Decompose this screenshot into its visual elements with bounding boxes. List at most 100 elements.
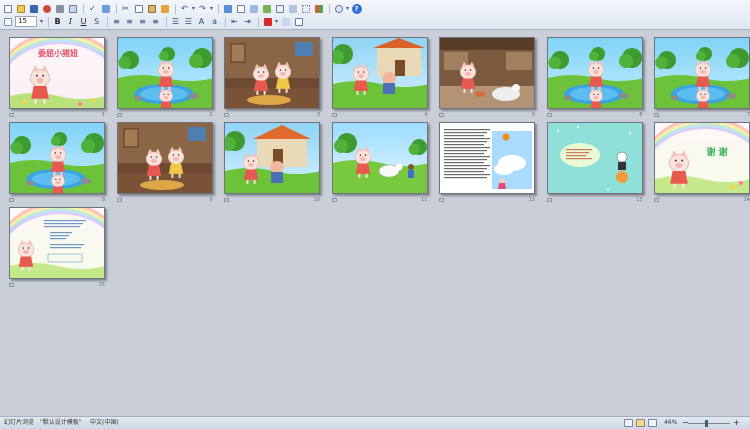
help-icon[interactable]: ? — [351, 3, 362, 14]
bold-icon[interactable]: B — [52, 16, 63, 27]
justify-icon[interactable]: ≡ — [150, 16, 161, 27]
toolbar-separator — [116, 3, 117, 14]
slide-thumbnail-3[interactable] — [224, 37, 320, 109]
font-size-select[interactable]: 15 — [15, 16, 37, 27]
spelling-icon[interactable]: ✓ — [87, 3, 98, 14]
copy-icon[interactable] — [133, 3, 144, 14]
slide-thumbnail-4[interactable] — [331, 37, 428, 109]
toolbar-separator — [175, 3, 176, 14]
slide-transition-icon[interactable] — [546, 113, 552, 117]
slide-footer: 1 — [9, 111, 105, 119]
slide-number: 5 — [531, 112, 535, 118]
slide-transition-icon[interactable] — [654, 198, 659, 202]
expand-all-icon[interactable] — [287, 3, 298, 14]
slide-thumbnail-2[interactable] — [116, 37, 213, 109]
slide-transition-icon[interactable] — [224, 113, 229, 117]
slide-thumbnail-13[interactable] — [546, 122, 643, 194]
slide-preview-image — [547, 123, 642, 193]
slide-footer: 2 — [116, 111, 213, 119]
slide-transition-icon[interactable] — [546, 198, 552, 202]
chevron-down-icon[interactable]: ▾ — [346, 5, 349, 12]
redo-icon[interactable]: ↷ — [197, 3, 208, 14]
preview-icon[interactable] — [67, 3, 78, 14]
toolbar-separator — [258, 16, 260, 27]
slide-transition-icon[interactable] — [9, 283, 14, 287]
shadow-icon[interactable]: S — [91, 16, 102, 27]
decrease-indent-icon[interactable]: ⇤ — [229, 16, 240, 27]
design-template-label: "默认设计模板" — [40, 419, 82, 426]
design-icon[interactable] — [280, 16, 291, 27]
slide-transition-icon[interactable] — [116, 113, 122, 117]
slide-number: 12 — [528, 197, 535, 203]
chevron-down-icon[interactable]: ▾ — [192, 5, 195, 12]
slide-sorter-view-icon[interactable] — [636, 419, 645, 427]
chevron-down-icon[interactable]: ▾ — [40, 18, 43, 25]
slide-transition-icon[interactable] — [331, 198, 337, 202]
slide-show-view-icon[interactable] — [648, 419, 657, 427]
align-right-icon[interactable]: ≡ — [137, 16, 148, 27]
save-icon[interactable] — [28, 3, 39, 14]
bullets-icon[interactable]: ☰ — [183, 16, 194, 27]
slide-thumbnail-12[interactable] — [439, 122, 535, 194]
slide-thumbnail-1[interactable]: 委屈小猪妞 — [9, 37, 105, 109]
slide-footer: 14 — [654, 196, 750, 204]
increase-font-icon[interactable]: A — [196, 16, 207, 27]
slide-preview-image — [225, 38, 319, 108]
new-slide-button-icon[interactable] — [293, 16, 304, 27]
underline-icon[interactable]: U — [78, 16, 89, 27]
slide-transition-icon[interactable] — [9, 113, 14, 117]
color-grayscale-icon[interactable] — [313, 3, 324, 14]
slide-transition-icon[interactable] — [331, 113, 337, 117]
align-center-icon[interactable]: ≡ — [124, 16, 135, 27]
slide-thumbnail-6[interactable] — [546, 37, 643, 109]
slide-title-text: 谢 谢 — [706, 146, 727, 158]
permission-icon[interactable] — [41, 3, 52, 14]
slide-transition-icon[interactable] — [116, 198, 122, 202]
new-slide-icon[interactable] — [274, 3, 285, 14]
research-icon[interactable] — [100, 3, 111, 14]
undo-icon[interactable]: ↶ — [179, 3, 190, 14]
align-left-icon[interactable]: ≡ — [111, 16, 122, 27]
cut-icon[interactable]: ✂ — [120, 3, 131, 14]
decrease-font-icon[interactable]: a — [209, 16, 220, 27]
tables-borders-icon[interactable] — [248, 3, 259, 14]
slide-thumbnail-9[interactable] — [116, 122, 213, 194]
increase-indent-icon[interactable]: ⇥ — [242, 16, 253, 27]
grid-icon[interactable] — [300, 3, 311, 14]
slide-transition-icon[interactable] — [439, 113, 444, 117]
slide-transition-icon[interactable] — [654, 113, 659, 117]
slide-thumbnail-10[interactable] — [224, 122, 320, 194]
new-file-icon[interactable] — [2, 3, 13, 14]
slide-transition-icon[interactable] — [224, 198, 229, 202]
slide-transition-icon[interactable] — [439, 198, 444, 202]
slide-thumbnail-8[interactable] — [9, 122, 105, 194]
insert-table-icon[interactable] — [235, 3, 246, 14]
slide-preview-image — [117, 38, 212, 108]
paste-icon[interactable] — [146, 3, 157, 14]
insert-chart-icon[interactable] — [222, 3, 233, 14]
zoom-icon[interactable] — [333, 3, 344, 14]
insert-picture-icon[interactable] — [261, 3, 272, 14]
normal-view-icon[interactable] — [624, 419, 633, 427]
open-folder-icon[interactable] — [15, 3, 26, 14]
slide-title-text: 委屈小猪妞 — [37, 48, 78, 58]
slide-thumbnail-14[interactable]: 谢 谢 — [654, 122, 750, 194]
slide-thumbnail-15[interactable] — [9, 207, 105, 279]
slide-thumbnail-11[interactable] — [331, 122, 428, 194]
italic-icon[interactable]: I — [65, 16, 76, 27]
slide-thumbnail-7[interactable] — [654, 37, 750, 109]
zoom-slider-track[interactable] — [688, 423, 730, 424]
font-color-icon[interactable] — [2, 16, 13, 27]
slide-thumbnail-5[interactable] — [439, 37, 535, 109]
slide-number: 8 — [101, 197, 105, 203]
print-icon[interactable] — [54, 3, 65, 14]
format-painter-icon[interactable] — [159, 3, 170, 14]
chevron-down-icon[interactable]: ▾ — [210, 5, 213, 12]
chevron-down-icon[interactable]: ▾ — [275, 18, 278, 25]
text-color-icon[interactable] — [262, 16, 273, 27]
numbering-icon[interactable]: ☰ — [170, 16, 181, 27]
slide-preview-image — [225, 123, 319, 193]
zoom-in-icon[interactable]: + — [733, 417, 740, 429]
slide-transition-icon[interactable] — [9, 198, 14, 202]
zoom-slider-thumb[interactable] — [705, 420, 708, 427]
